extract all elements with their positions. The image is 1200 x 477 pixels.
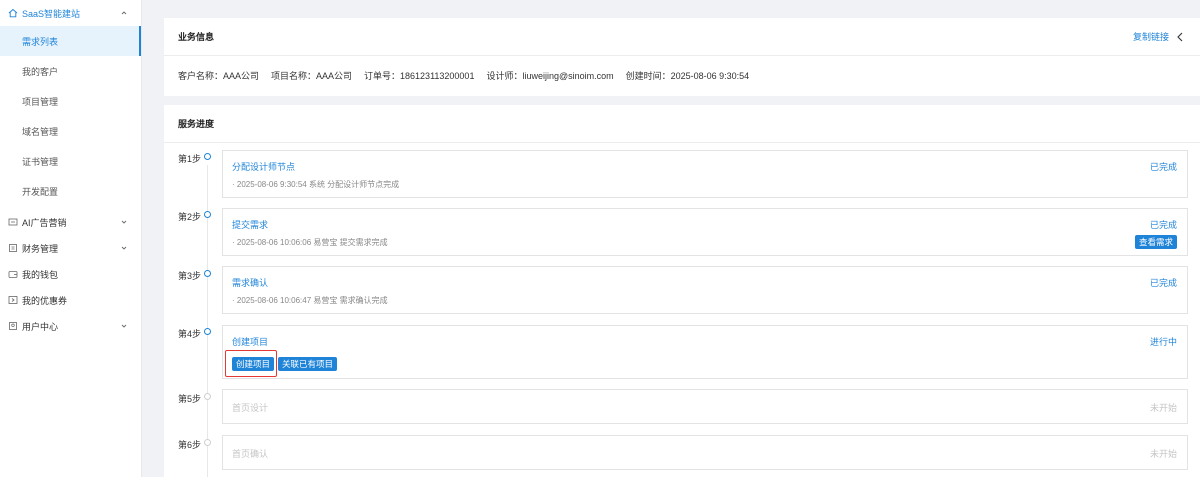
- menu-group-label: AI广告营销: [22, 217, 67, 228]
- step-log: · 2025-08-06 10:06:47 易营宝 需求确认完成: [232, 296, 388, 305]
- sidebar-item-certificate-management[interactable]: 证书管理: [0, 146, 141, 176]
- customer-name: 客户名称：AAA公司: [178, 70, 260, 81]
- step-status: 未开始: [1149, 449, 1177, 459]
- step-button-row: 创建项目 关联已有项目: [232, 357, 338, 371]
- sidebar-item-domain-management[interactable]: 域名管理: [0, 116, 141, 146]
- menu-group-label: SaaS智能建站: [22, 8, 81, 19]
- step-log: · 2025-08-06 10:06:06 易营宝 提交需求完成: [232, 238, 388, 247]
- ad-icon: [7, 217, 18, 228]
- step-label: 第5步: [178, 394, 202, 404]
- sidebar-item-my-customers[interactable]: 我的客户: [0, 56, 141, 86]
- sidebar-item-project-management[interactable]: 项目管理: [0, 86, 141, 116]
- step-title: 分配设计师节点: [232, 162, 296, 172]
- menu-item-label: 我的钱包: [22, 269, 59, 280]
- step-status: 进行中: [1149, 337, 1177, 347]
- menu-group-user-center[interactable]: 用户中心: [0, 313, 141, 339]
- step-title: 首页设计: [232, 403, 269, 413]
- order-number: 订单号：186123113200001: [364, 70, 475, 81]
- coupon-icon: [7, 295, 18, 306]
- chevron-down-icon: [121, 220, 127, 224]
- step-dot: [204, 439, 211, 446]
- chevron-up-icon: [121, 11, 127, 15]
- menu-group-ai-ads[interactable]: AI广告营销: [0, 209, 141, 235]
- wallet-icon: [7, 269, 18, 280]
- menu-item-label: 我的优惠券: [22, 295, 68, 306]
- project-name: 项目名称：AAA公司: [271, 70, 353, 81]
- step-status: 已完成: [1149, 278, 1177, 288]
- step-card: 提交需求 · 2025-08-06 10:06:06 易营宝 提交需求完成 已完…: [222, 208, 1188, 256]
- step-dot: [204, 270, 211, 277]
- create-project-button[interactable]: 创建项目: [232, 357, 275, 371]
- step-label: 第6步: [178, 440, 202, 450]
- menu-group-label: 用户中心: [22, 321, 59, 332]
- copy-link-label: 复制链接: [1132, 32, 1169, 42]
- link-existing-project-button[interactable]: 关联已有项目: [278, 357, 338, 371]
- step-dot: [204, 393, 211, 400]
- step-label: 第1步: [178, 154, 202, 164]
- step-title: 创建项目: [232, 337, 269, 347]
- sidebar-item-demand-list[interactable]: 需求列表: [0, 26, 141, 56]
- chevron-left-icon: [1177, 32, 1183, 41]
- step-card: 需求确认 · 2025-08-06 10:06:47 易营宝 需求确认完成 已完…: [222, 266, 1188, 314]
- menu-group-finance[interactable]: 财务管理: [0, 235, 141, 261]
- menu-group-label: 财务管理: [22, 243, 59, 254]
- step-title: 提交需求: [232, 220, 269, 230]
- step-card: 首页设计 未开始: [222, 389, 1188, 424]
- view-demand-button[interactable]: 查看需求: [1134, 235, 1177, 249]
- home-icon: [7, 8, 18, 19]
- created-time: 创建时间：2025-08-06 9:30:54: [625, 70, 750, 81]
- step-dot: [204, 153, 211, 160]
- step-status: 已完成: [1149, 162, 1177, 172]
- step-dot: [204, 328, 211, 335]
- menu-item-coupon[interactable]: 我的优惠券: [0, 287, 141, 313]
- user-icon: [7, 321, 18, 332]
- step-label: 第2步: [178, 212, 202, 222]
- step-dot: [204, 211, 211, 218]
- business-info-title: 业务信息: [164, 18, 1200, 56]
- menu-group-saas[interactable]: SaaS智能建站: [0, 0, 141, 26]
- business-info-row: 客户名称：AAA公司 项目名称：AAA公司 订单号：18612311320000…: [164, 56, 1200, 94]
- step-status: 未开始: [1149, 403, 1177, 413]
- service-progress-title: 服务进度: [164, 105, 1200, 143]
- menu-item-wallet[interactable]: 我的钱包: [0, 261, 141, 287]
- designer: 设计师：liuweijing@sinoim.com: [486, 70, 614, 81]
- chevron-down-icon: [121, 246, 127, 250]
- step-card: 首页确认 未开始: [222, 435, 1188, 470]
- step-title: 需求确认: [232, 278, 269, 288]
- copy-link-button[interactable]: 复制链接: [1133, 30, 1184, 43]
- sidebar: SaaS智能建站 需求列表 我的客户 项目管理 域名管理 证书管理 开发配置 A…: [0, 0, 142, 477]
- step-title: 首页确认: [232, 449, 269, 459]
- sidebar-item-dev-config[interactable]: 开发配置: [0, 176, 141, 206]
- service-progress-card: 服务进度 第1步 分配设计师节点 · 2025-08-06 9:30:54 系统…: [164, 105, 1200, 477]
- step-card: 分配设计师节点 · 2025-08-06 9:30:54 系统 分配设计师节点完…: [222, 150, 1188, 198]
- step-card: 创建项目 进行中 创建项目 关联已有项目: [222, 325, 1188, 379]
- step-label: 第4步: [178, 329, 202, 339]
- business-info-card: 业务信息 复制链接 客户名称：AAA公司 项目名称：AAA公司 订单号：1861…: [164, 18, 1200, 96]
- finance-icon: [7, 243, 18, 254]
- step-log: · 2025-08-06 9:30:54 系统 分配设计师节点完成: [232, 180, 400, 189]
- step-label: 第3步: [178, 271, 202, 281]
- step-status: 已完成: [1149, 220, 1177, 230]
- chevron-down-icon: [121, 324, 127, 328]
